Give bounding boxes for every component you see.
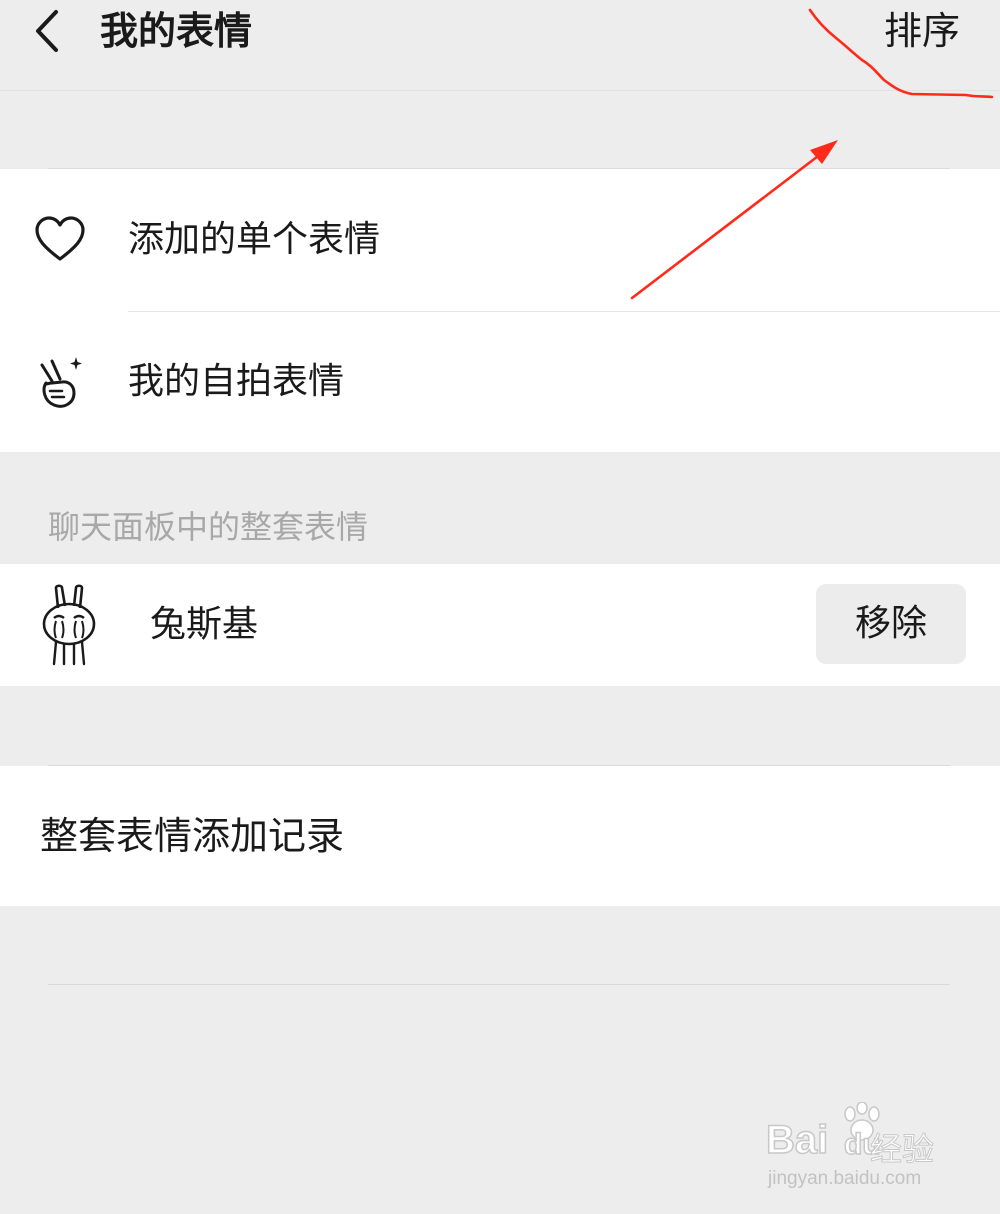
single-emoji-group: 添加的单个表情 我的自拍表情 bbox=[0, 169, 1000, 452]
bottom-divider bbox=[48, 984, 950, 985]
sort-button[interactable]: 排序 bbox=[884, 6, 960, 56]
page-title: 我的表情 bbox=[100, 9, 253, 53]
navigation-bar: 我的表情 排序 bbox=[0, 0, 1000, 91]
added-single-emojis-row[interactable]: 添加的单个表情 bbox=[0, 169, 1000, 311]
my-selfie-emojis-row[interactable]: 我的自拍表情 bbox=[0, 311, 1000, 453]
back-button[interactable] bbox=[28, 6, 72, 56]
heart-icon bbox=[35, 216, 85, 261]
my-selfie-emojis-label: 我的自拍表情 bbox=[128, 361, 345, 402]
victory-hand-icon bbox=[40, 357, 82, 408]
chevron-left-icon bbox=[36, 10, 58, 52]
baidu-watermark: Bai du 经验 jingyan.baidu.com bbox=[765, 1102, 966, 1198]
watermark-brand: Bai bbox=[765, 1117, 829, 1163]
tuzki-icon bbox=[42, 584, 96, 666]
added-single-emojis-label: 添加的单个表情 bbox=[128, 219, 381, 260]
watermark-product: 经验 bbox=[869, 1130, 935, 1169]
remove-button[interactable]: 移除 bbox=[816, 584, 966, 664]
emoji-set-name: 兔斯基 bbox=[150, 604, 259, 645]
watermark-url: jingyan.baidu.com bbox=[768, 1168, 922, 1189]
red-arrowhead bbox=[810, 140, 838, 164]
set-history-row[interactable]: 整套表情添加记录 bbox=[40, 811, 344, 861]
section-header: 聊天面板中的整套表情 bbox=[48, 508, 369, 546]
